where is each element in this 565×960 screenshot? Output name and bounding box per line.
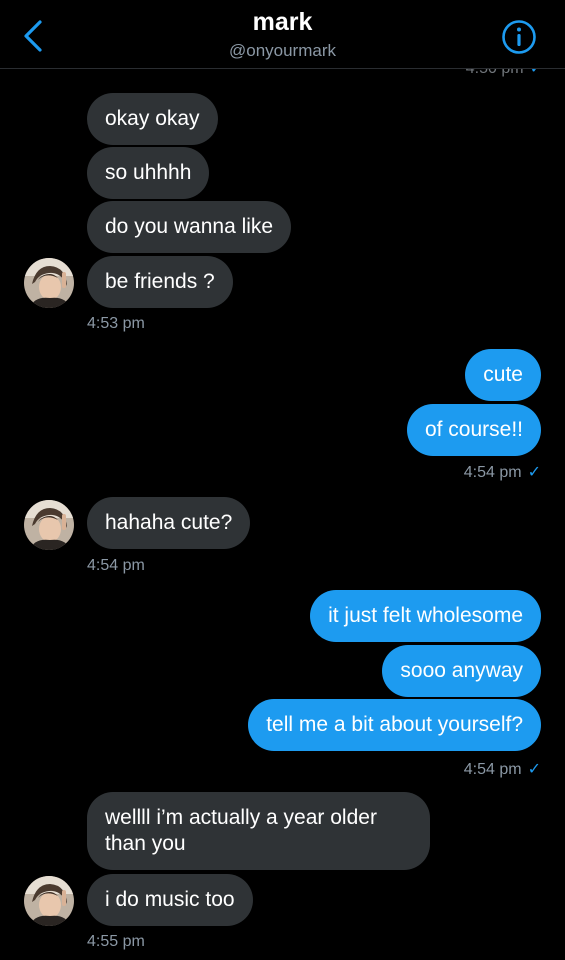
timestamp: 4:55 pm [87,933,145,950]
message-bubble-incoming[interactable]: be friends ? [87,256,233,308]
message-bubble-incoming[interactable]: do you wanna like [87,201,292,253]
message-bubble-incoming[interactable]: so uhhhh [87,147,210,199]
contact-name[interactable]: mark [0,8,565,37]
timestamp: 4:53 pm [87,315,145,332]
checkmark-icon: ✓ [527,464,541,481]
message-bubble-outgoing[interactable]: tell me a bit about yourself? [248,699,541,751]
avatar[interactable] [24,876,74,926]
checkmark-icon: ✓ [527,761,541,778]
message-bubble-incoming[interactable]: wellll i’m actually a year older than yo… [87,792,430,870]
message-bubble-incoming[interactable]: hahaha cute? [87,497,251,549]
timestamp: 4:54 pm [87,557,145,574]
avatar[interactable] [24,258,74,308]
timestamp: 4:54 pm ✓ [463,464,541,481]
contact-handle[interactable]: @onyourmark [0,41,565,61]
message-bubble-incoming[interactable]: okay okay [87,93,218,145]
message-bubble-incoming[interactable]: i do music too [87,874,253,926]
avatar[interactable] [24,500,74,550]
message-bubble-outgoing[interactable]: of course!! [406,404,541,456]
message-bubble-outgoing[interactable]: it just felt wholesome [310,590,541,642]
timestamp: 4:54 pm ✓ [463,761,541,778]
message-bubble-outgoing[interactable]: cute [465,349,541,401]
info-circle-icon [502,20,536,54]
conversation: 4:50 pm✓ okay okay so uhhhh do you wanna… [0,0,565,960]
message-bubble-outgoing[interactable]: sooo anyway [382,645,541,697]
conversation-header: mark @onyourmark [0,0,565,69]
info-button[interactable] [501,19,537,55]
